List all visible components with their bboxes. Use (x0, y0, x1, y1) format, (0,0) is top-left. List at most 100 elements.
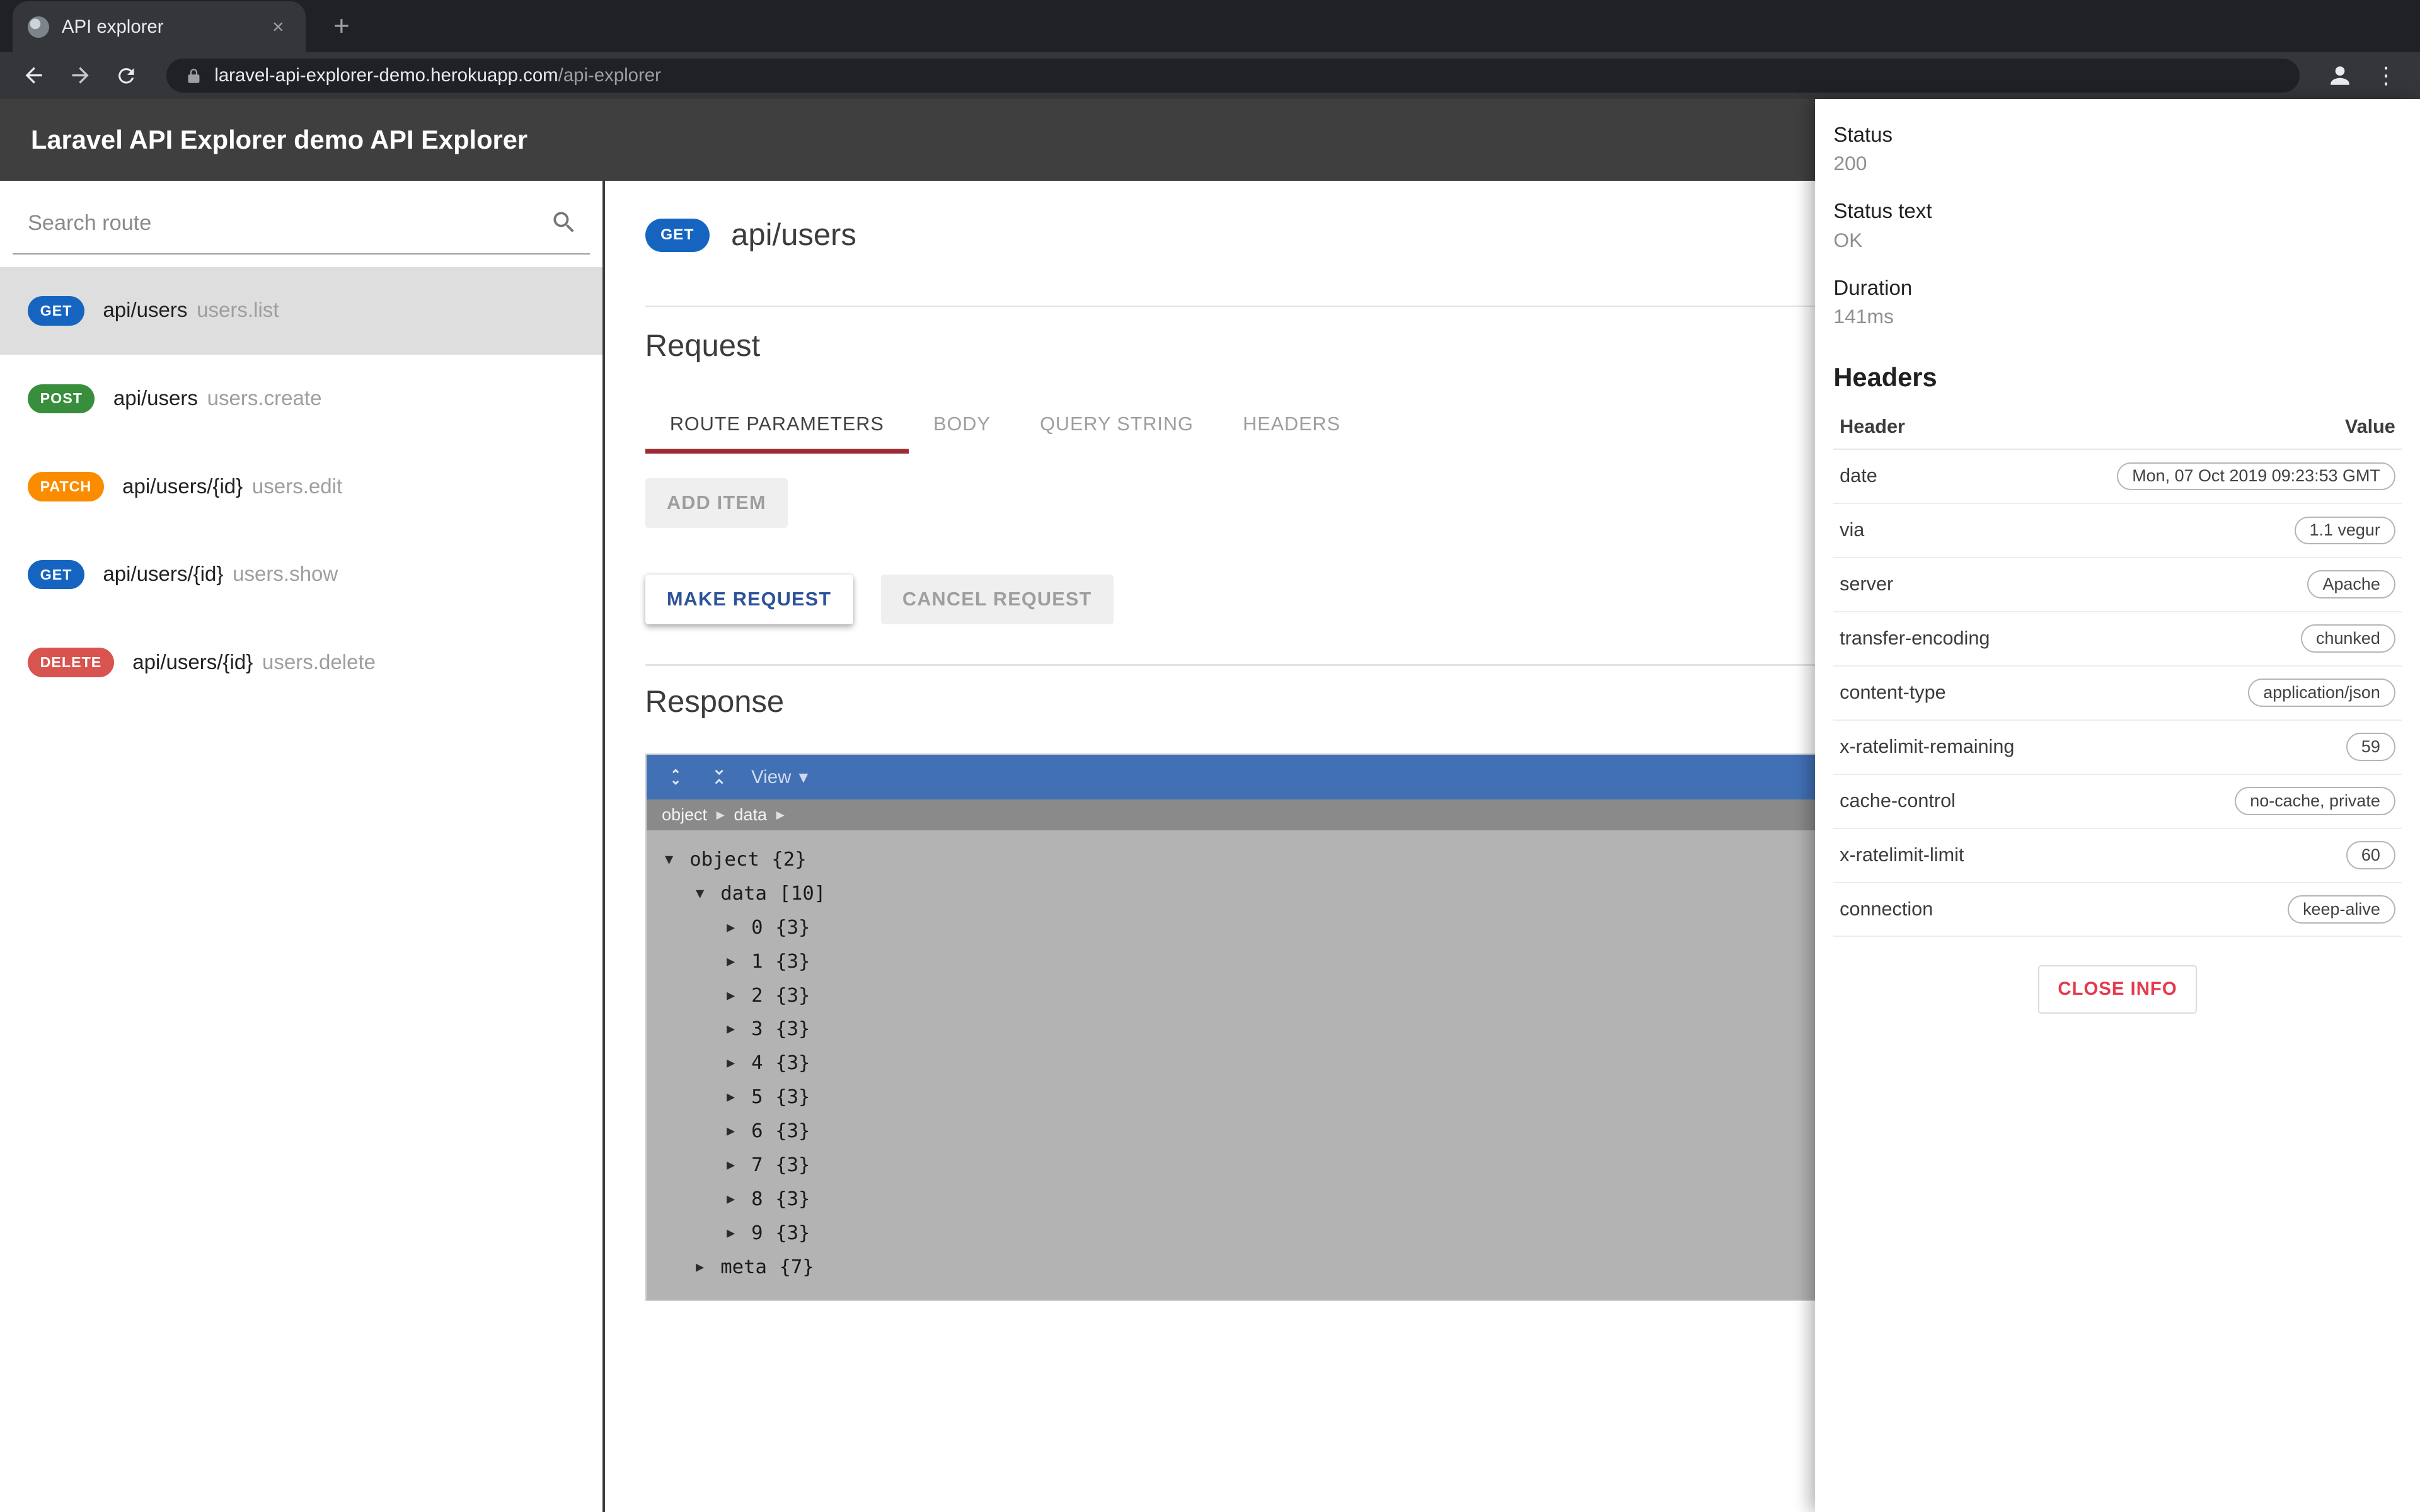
search-field (12, 202, 591, 255)
header-row: x-ratelimit-limit 60 (1833, 828, 2402, 883)
route-name: users.delete (262, 650, 376, 674)
header-row: via 1.1 vegur (1833, 503, 2402, 558)
tab-close-icon[interactable]: × (266, 14, 290, 40)
header-name: date (1833, 449, 2056, 504)
new-tab-button[interactable]: + (321, 9, 362, 43)
expand-arrow-icon[interactable]: ▶ (696, 1259, 720, 1275)
url-domain: laravel-api-explorer-demo.herokuapp.com (214, 64, 558, 86)
request-tab[interactable]: ROUTE PARAMETERS (645, 398, 909, 454)
json-node-label: 5 (751, 1086, 763, 1109)
json-node-count: {3} (775, 1120, 810, 1143)
json-node-label: 6 (751, 1120, 763, 1143)
reload-button[interactable] (108, 57, 145, 94)
expand-arrow-icon[interactable]: ▶ (727, 920, 751, 936)
breadcrumb-arrow-icon: ▶ (776, 808, 785, 822)
header-col-title: Header (1833, 404, 2056, 450)
url-path: /api-explorer (558, 64, 661, 86)
expand-arrow-icon[interactable]: ▶ (727, 1021, 751, 1037)
request-tab[interactable]: BODY (909, 398, 1015, 454)
profile-button[interactable] (2321, 57, 2358, 94)
breadcrumb-item[interactable]: data (734, 805, 767, 825)
address-bar[interactable]: laravel-api-explorer-demo.herokuapp.com/… (166, 59, 2300, 93)
chevron-down-icon: ▾ (798, 767, 809, 788)
json-node-label: 8 (751, 1188, 763, 1210)
route-list: GET api/users users.list POST api/users … (0, 266, 602, 707)
header-row: transfer-encoding chunked (1833, 611, 2402, 667)
method-badge: POST (28, 384, 95, 414)
expand-arrow-icon[interactable]: ▶ (727, 1225, 751, 1241)
back-icon (25, 67, 42, 84)
browser-menu-button[interactable]: ⋮ (2368, 57, 2405, 94)
header-row: date Mon, 07 Oct 2019 09:23:53 GMT (1833, 449, 2402, 504)
json-node-count: {3} (775, 1154, 810, 1176)
request-tab[interactable]: HEADERS (1218, 398, 1365, 454)
collapse-all-icon[interactable] (708, 766, 730, 788)
tab-title: API explorer (61, 16, 164, 37)
header-value-chip: Apache (2307, 570, 2395, 599)
header-name: x-ratelimit-remaining (1833, 719, 2056, 775)
header-name: content-type (1833, 665, 2056, 721)
forward-button[interactable] (62, 57, 99, 94)
json-node-count: {3} (775, 1018, 810, 1041)
json-node-count: {3} (775, 1052, 810, 1075)
forward-icon (72, 67, 89, 84)
site-favicon-icon (28, 16, 50, 38)
header-row: content-type application/json (1833, 665, 2402, 721)
route-name: users.edit (251, 474, 343, 498)
cancel-request-button[interactable]: CANCEL REQUEST (880, 574, 1114, 624)
header-name: transfer-encoding (1833, 611, 2056, 667)
browser-toolbar: laravel-api-explorer-demo.herokuapp.com/… (0, 52, 2420, 99)
header-row: x-ratelimit-remaining 59 (1833, 719, 2402, 775)
expand-arrow-icon[interactable]: ▶ (727, 1157, 751, 1173)
expand-all-icon[interactable] (665, 766, 686, 788)
expand-arrow-icon[interactable]: ▶ (727, 988, 751, 1004)
breadcrumb-item[interactable]: object (662, 805, 707, 825)
response-info-panel: Status 200 Status text OK Duration 141ms… (1815, 98, 2420, 1512)
browser-tab[interactable]: API explorer × (12, 1, 306, 53)
route-name: users.show (233, 563, 338, 587)
route-name: users.create (207, 386, 322, 410)
route-path: api/users (113, 386, 198, 410)
profile-icon (2330, 66, 2349, 85)
search-input[interactable] (12, 210, 591, 245)
route-path: api/users (103, 299, 188, 323)
expand-arrow-icon[interactable]: ▶ (727, 1055, 751, 1071)
route-item[interactable]: POST api/users users.create (0, 355, 602, 443)
status-text-value: OK (1833, 228, 1863, 251)
header-value-chip: chunked (2300, 624, 2395, 653)
expand-arrow-icon[interactable]: ▶ (727, 1191, 751, 1207)
method-badge: GET (645, 219, 710, 252)
view-dropdown[interactable]: View ▾ (751, 766, 808, 788)
status-value: 200 (1833, 152, 1867, 175)
json-node-count: {3} (775, 1086, 810, 1109)
expand-arrow-icon[interactable]: ▼ (665, 852, 689, 868)
route-item[interactable]: GET api/users users.list (0, 266, 602, 355)
expand-arrow-icon[interactable]: ▼ (696, 886, 720, 902)
route-item[interactable]: PATCH api/users/{id} users.edit (0, 443, 602, 531)
json-node-count: {3} (775, 916, 810, 939)
route-item[interactable]: GET api/users/{id} users.show (0, 530, 602, 619)
json-node-count: [10] (779, 882, 826, 905)
value-col-title: Value (2056, 404, 2402, 450)
expand-arrow-icon[interactable]: ▶ (727, 1089, 751, 1105)
make-request-button[interactable]: MAKE REQUEST (645, 574, 853, 624)
status-text-label: Status text (1833, 200, 1932, 224)
json-node-label: 2 (751, 984, 763, 1007)
back-button[interactable] (15, 57, 52, 94)
json-node-count: {7} (779, 1256, 814, 1278)
method-badge: PATCH (28, 472, 104, 501)
json-node-count: {3} (775, 950, 810, 973)
route-path: api/users/{id} (103, 563, 224, 587)
request-tab[interactable]: QUERY STRING (1015, 398, 1218, 454)
expand-arrow-icon[interactable]: ▶ (727, 954, 751, 970)
header-name: server (1833, 557, 2056, 612)
duration-label: Duration (1833, 276, 1913, 300)
json-node-count: {3} (775, 1188, 810, 1210)
json-node-label: 0 (751, 916, 763, 939)
close-info-button[interactable]: CLOSE INFO (2037, 965, 2198, 1014)
add-item-button[interactable]: ADD ITEM (645, 478, 788, 529)
search-icon[interactable] (550, 209, 578, 243)
json-node-label: 7 (751, 1154, 763, 1176)
expand-arrow-icon[interactable]: ▶ (727, 1123, 751, 1139)
route-item[interactable]: DELETE api/users/{id} users.delete (0, 619, 602, 707)
